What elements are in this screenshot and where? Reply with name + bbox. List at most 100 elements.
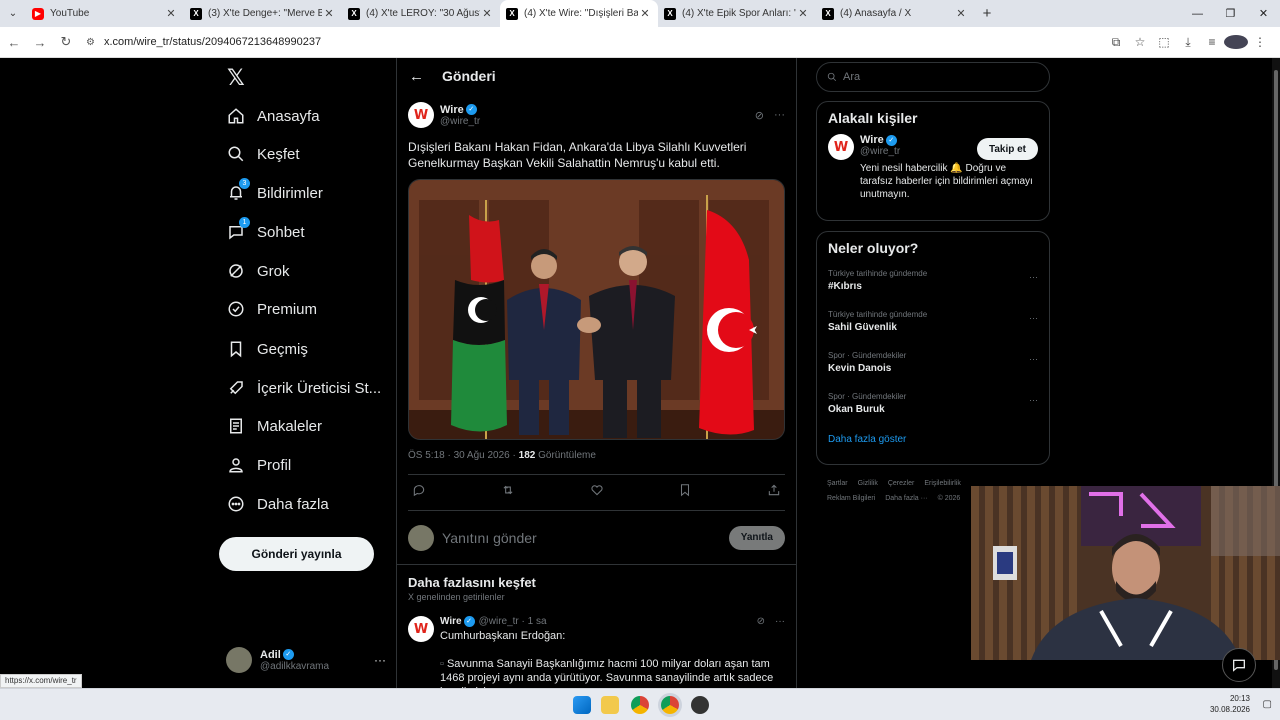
browser-tab[interactable]: X(4) X'te Epik Spor Anları: "Gerçe✕	[658, 0, 816, 27]
notification-icon[interactable]: ▢	[1263, 699, 1272, 710]
more-icon[interactable]: ···	[1029, 354, 1038, 364]
reload-icon[interactable]: ↻	[54, 34, 78, 50]
new-tab-button[interactable]: +	[974, 5, 1000, 22]
extensions-icon[interactable]: ⬚	[1152, 35, 1176, 50]
more-icon[interactable]: ···	[1029, 313, 1038, 323]
section-title: Daha fazlasını keşfet	[408, 575, 536, 590]
minimize-icon[interactable]: —	[1181, 0, 1214, 27]
install-app-icon[interactable]: ⧉	[1104, 35, 1128, 50]
reading-list-icon[interactable]: ≡	[1200, 35, 1224, 50]
chrome-icon[interactable]	[631, 696, 649, 714]
trend-item[interactable]: Türkiye tarihinde gündemde #Kıbrıs ···	[817, 264, 1049, 305]
close-tab-icon[interactable]: ✕	[954, 7, 968, 20]
back-arrow-icon[interactable]: ←	[409, 68, 424, 85]
more-icon[interactable]: ···	[775, 616, 785, 627]
tab-search-button[interactable]: ⌄	[0, 0, 26, 27]
maximize-icon[interactable]: ❐	[1214, 0, 1247, 27]
webcam-overlay	[971, 486, 1280, 660]
notification-badge: 3	[239, 178, 250, 189]
reply-button[interactable]: Yanıtla	[728, 525, 785, 550]
search-icon	[227, 145, 245, 163]
more-icon[interactable]: ···	[1029, 272, 1038, 282]
nav-item-home[interactable]: Anasayfa	[227, 97, 320, 135]
show-more-link[interactable]: Daha fazla göster	[817, 428, 1049, 457]
menu-kebab-icon[interactable]: ⋮	[1248, 35, 1272, 50]
close-tab-icon[interactable]: ✕	[796, 7, 810, 20]
browser-tab-active[interactable]: X(4) X'te Wire: "Dışişleri Bakanı H✕	[500, 0, 658, 27]
related-person[interactable]: W Wire ✓ @wire_tr Takip et	[817, 134, 1049, 160]
rocket-icon	[227, 379, 245, 397]
close-tab-icon[interactable]: ✕	[638, 7, 652, 20]
download-icon[interactable]: ⤓	[1176, 35, 1200, 50]
nav-item-profile[interactable]: Profil	[227, 446, 291, 484]
trend-item[interactable]: Türkiye tarihinde gündemde Sahil Güvenli…	[817, 305, 1049, 346]
trend-item[interactable]: Spor · Gündemdekiler Kevin Danois ···	[817, 346, 1049, 387]
url-text: x.com/wire_tr/status/2094067213648990237	[104, 36, 322, 48]
windows-start-icon[interactable]	[573, 696, 591, 714]
browser-tab[interactable]: X(3) X'te Denge+: "Merve Boluğu✕	[184, 0, 342, 27]
person-icon	[227, 456, 245, 474]
close-window-icon[interactable]: ✕	[1247, 0, 1280, 27]
chat-icon: 1	[227, 217, 250, 241]
share-icon[interactable]	[767, 483, 781, 502]
nav-item-premium[interactable]: Premium	[227, 290, 317, 328]
more-icon[interactable]: ···	[774, 109, 785, 122]
x-logo-icon[interactable]: 𝕏	[227, 66, 245, 91]
wire-avatar[interactable]: W	[408, 102, 434, 128]
close-tab-icon[interactable]: ✕	[164, 7, 178, 20]
close-tab-icon[interactable]: ✕	[322, 7, 336, 20]
related-people-card: Alakalı kişiler W Wire ✓ @wire_tr Takip e…	[816, 101, 1050, 221]
trends-card: Neler oluyor? Türkiye tarihinde gündemde…	[816, 231, 1050, 465]
retweet-icon[interactable]	[501, 483, 515, 502]
like-icon[interactable]	[590, 483, 604, 502]
url-field[interactable]: ⚙ x.com/wire_tr/status/20940672136489902…	[86, 30, 1101, 54]
bookmark-icon[interactable]	[678, 483, 692, 502]
taskbar: 20:13 30.08.2026 ▢	[0, 688, 1280, 720]
nav-item-bookmarks[interactable]: Geçmiş	[227, 330, 308, 368]
address-bar-row: ← → ↻ ⚙ x.com/wire_tr/status/20940672136…	[0, 27, 1280, 58]
search-input[interactable]: Ara	[816, 62, 1050, 92]
file-explorer-icon[interactable]	[601, 696, 619, 714]
wire-avatar[interactable]: W	[828, 134, 854, 160]
bookmark-star-icon[interactable]: ☆	[1128, 35, 1152, 50]
x-icon: X	[190, 7, 202, 20]
back-arrow-icon[interactable]: ←	[2, 35, 26, 50]
article-icon	[227, 417, 245, 435]
browser-tab[interactable]: ▶ YouTube ✕	[26, 0, 184, 27]
account-more-icon[interactable]: ···	[374, 653, 386, 667]
account-switcher[interactable]: Adil ✓ @adilkkavrama ···	[226, 641, 386, 679]
forward-arrow-icon[interactable]: →	[28, 35, 52, 50]
nav-item-chat[interactable]: 1 Sohbet	[227, 213, 305, 251]
browser-tab[interactable]: X(4) X'te LEROY: "30 Ağustos Zafer✕	[342, 0, 500, 27]
follow-button[interactable]: Takip et	[976, 138, 1038, 160]
bookmark-icon	[227, 340, 245, 358]
trend-item[interactable]: Spor · Gündemdekiler Okan Buruk ···	[817, 387, 1049, 428]
grok-icon[interactable]: ⊘	[755, 109, 764, 122]
site-info-icon[interactable]: ⚙	[86, 37, 104, 48]
tweet-photo[interactable]	[408, 179, 785, 440]
post-button[interactable]: Gönderi yayınla	[219, 537, 374, 571]
nav-item-grok[interactable]: Grok	[227, 252, 290, 290]
grok-icon[interactable]: ⊘	[757, 616, 765, 627]
nav-item-articles[interactable]: Makaleler	[227, 407, 322, 445]
reply-input[interactable]: Yanıtını gönder	[442, 530, 537, 546]
grok-icon	[227, 262, 245, 280]
wire-avatar[interactable]: W	[408, 616, 434, 642]
browser-tab-bar: ⌄ ▶YouTube✕ X(3) X'te Denge+: "Merve Bol…	[0, 0, 1280, 27]
nav-item-explore[interactable]: Keşfet	[227, 135, 300, 173]
more-icon[interactable]: ···	[1029, 395, 1038, 405]
obs-icon[interactable]	[691, 696, 709, 714]
nav-item-more[interactable]: Daha fazla	[227, 485, 329, 523]
nav-item-notifications[interactable]: 3 Bildirimler	[227, 174, 323, 212]
tweet-card[interactable]: W Wire ✓ @wire_tr · 1 sa ⊘ ··· Cumhurbaşka…	[408, 616, 785, 688]
close-tab-icon[interactable]: ✕	[480, 7, 494, 20]
profile-avatar-icon[interactable]	[1224, 35, 1248, 50]
messages-fab[interactable]	[1222, 648, 1256, 682]
system-clock[interactable]: 20:13 30.08.2026	[1210, 693, 1250, 715]
browser-tab[interactable]: X (4) Anasayfa / X ✕	[816, 0, 974, 27]
page-title: Gönderi	[442, 68, 496, 84]
nav-item-creator-studio[interactable]: İçerik Üreticisi St...	[227, 369, 381, 407]
reply-icon[interactable]	[412, 483, 426, 502]
chrome-active-icon[interactable]	[661, 696, 679, 714]
reply-composer: Yanıtını gönder Yanıtla	[397, 511, 796, 565]
